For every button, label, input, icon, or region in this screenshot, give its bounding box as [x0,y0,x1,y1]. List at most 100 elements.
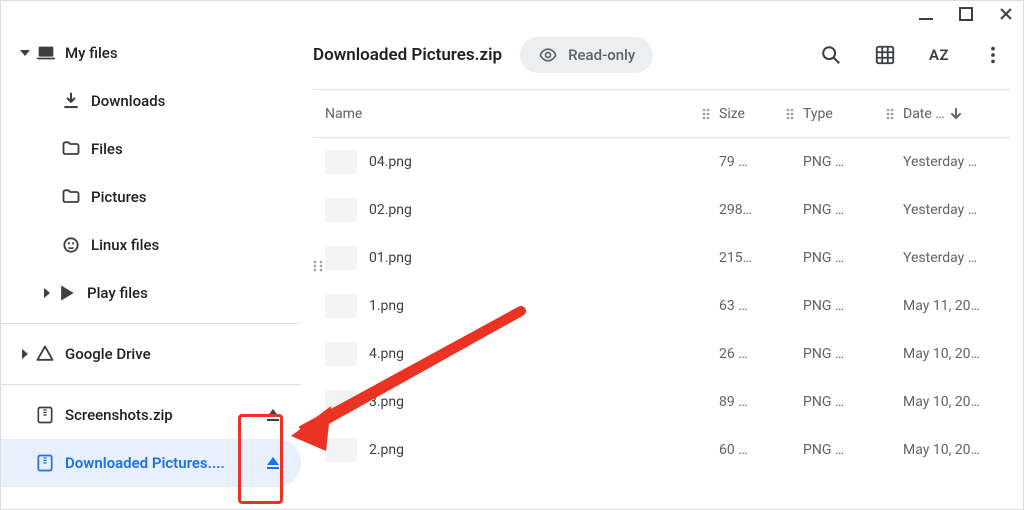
window-minimize-icon[interactable] [917,5,935,23]
column-resize-handle[interactable] [785,107,797,121]
file-type: PNG … [803,298,903,314]
sidebar-item-label: Downloaded Pictures.... [65,454,261,472]
file-name: 02.png [369,202,412,218]
table-row[interactable]: 04.png 79 … PNG … Yesterday … [313,138,1011,186]
sidebar-item-pictures[interactable]: Pictures [1,173,301,221]
table-row[interactable]: 01.png 215… PNG … Yesterday … [313,234,1011,282]
table-row[interactable]: 02.png 298… PNG … Yesterday … [313,186,1011,234]
chevron-right-icon [15,349,35,359]
file-size: 60 … [719,442,803,458]
file-type: PNG … [803,394,903,410]
file-name: 01.png [369,250,412,266]
file-date: May 10, 20… [903,346,1011,362]
file-date: May 10, 20… [903,394,1011,410]
sidebar-separator [1,384,301,385]
readonly-label: Read-only [568,46,635,64]
file-thumbnail [325,438,357,462]
folder-icon [61,187,91,207]
more-button[interactable] [975,37,1011,73]
table-row[interactable]: 1.png 63 … PNG … May 11, 20… [313,282,1011,330]
file-date: Yesterday … [903,154,1011,170]
sidebar-item-label: My files [65,44,285,62]
play-store-icon [57,283,87,303]
sidebar-item-linux-files[interactable]: Linux files [1,221,301,269]
page-title: Downloaded Pictures.zip [313,45,502,65]
table-row[interactable]: 2.png 60 … PNG … May 10, 20… [313,426,1011,474]
file-thumbnail [325,198,357,222]
sidebar-item-files[interactable]: Files [1,125,301,173]
row-drag-handle-icon[interactable] [311,259,329,277]
file-name: 4.png [369,346,404,362]
folder-icon [61,139,91,159]
file-size: 89 … [719,394,803,410]
file-name: 2.png [369,442,404,458]
table-row[interactable]: 4.png 26 … PNG … May 10, 20… [313,330,1011,378]
laptop-icon [35,42,65,64]
window-close-icon[interactable] [997,5,1015,23]
table-body: 04.png 79 … PNG … Yesterday … 02.png 298… [313,138,1011,474]
column-header-size[interactable]: Size [719,106,745,122]
archive-icon [35,405,65,425]
sidebar-item-google-drive[interactable]: Google Drive [1,330,301,378]
file-date: Yesterday … [903,202,1011,218]
eject-button[interactable] [261,451,285,475]
sort-button[interactable]: AZ [921,37,957,73]
file-size: 26 … [719,346,803,362]
file-name: 04.png [369,154,412,170]
file-type: PNG … [803,154,903,170]
chevron-right-icon [37,288,57,298]
file-type: PNG … [803,250,903,266]
sidebar-item-label: Google Drive [65,345,285,363]
sidebar-separator [1,323,301,324]
file-size: 215… [719,250,803,266]
sidebar-item-downloads[interactable]: Downloads [1,77,301,125]
sidebar-item-label: Files [91,140,285,158]
table-row[interactable]: 3.png 89 … PNG … May 10, 20… [313,378,1011,426]
file-thumbnail [325,150,357,174]
sidebar-item-play-files[interactable]: Play files [1,269,301,317]
archive-icon [35,453,65,473]
file-size: 298… [719,202,803,218]
sidebar-item-label: Play files [87,284,285,302]
column-resize-handle[interactable] [701,107,713,121]
sidebar-item-label: Linux files [91,236,285,254]
drive-icon [35,344,65,364]
readonly-chip: Read-only [520,37,653,73]
file-thumbnail [325,390,357,414]
file-type: PNG … [803,442,903,458]
linux-icon [61,235,91,255]
column-resize-handle[interactable] [885,107,897,121]
sidebar-item-label: Screenshots.zip [65,406,261,424]
file-name: 3.png [369,394,404,410]
sidebar-item-label: Pictures [91,188,285,206]
file-size: 63 … [719,298,803,314]
sort-descending-icon [949,107,963,121]
sidebar-item-label: Downloads [91,92,285,110]
file-thumbnail [325,246,357,270]
file-type: PNG … [803,346,903,362]
column-header-type[interactable]: Type [803,106,833,122]
file-date: May 11, 20… [903,298,1011,314]
file-size: 79 … [719,154,803,170]
content-area: Downloaded Pictures.zip Read-only AZ [301,29,1023,509]
column-header-date[interactable]: Date … [903,106,945,122]
file-thumbnail [325,294,357,318]
file-name: 1.png [369,298,404,314]
file-type: PNG … [803,202,903,218]
sidebar-item-screenshots-zip[interactable]: Screenshots.zip [1,391,301,439]
sidebar: My files Downloads Files Pictures Linux [1,29,301,509]
column-header-name[interactable]: Name [325,106,362,122]
visibility-icon [538,45,558,65]
file-date: May 10, 20… [903,442,1011,458]
window-maximize-icon[interactable] [957,5,975,23]
content-header: Downloaded Pictures.zip Read-only AZ [301,29,1011,89]
table-header: Name Size Type Date … [313,90,1011,138]
sidebar-item-my-files[interactable]: My files [1,29,301,77]
download-icon [61,91,91,111]
sidebar-item-downloaded-pictures-zip[interactable]: Downloaded Pictures.... [1,439,301,487]
file-thumbnail [325,342,357,366]
chevron-down-icon [15,48,35,58]
view-toggle-button[interactable] [867,37,903,73]
search-button[interactable] [813,37,849,73]
eject-button[interactable] [261,403,285,427]
